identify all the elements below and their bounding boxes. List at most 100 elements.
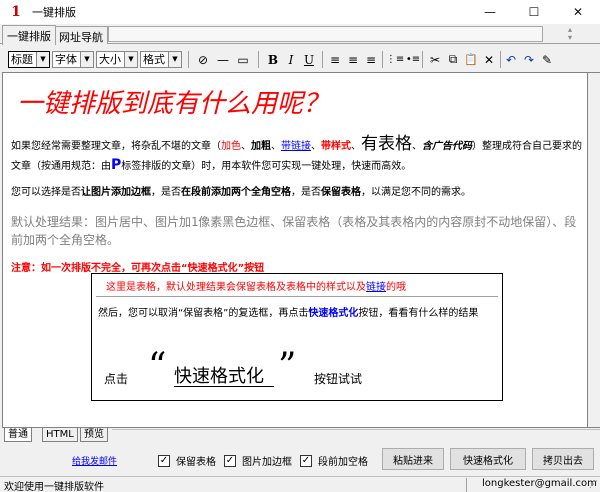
checkbox-label: 图片加边框 (242, 457, 292, 468)
text-run: 标签排版的文章）时，用本软件您可实现一键处理，快速而高效。 (121, 161, 412, 172)
horizontal-scrollbar[interactable] (112, 429, 600, 441)
chevron-down-icon: ▼ (80, 52, 93, 67)
text-run: ，以满足您不同的需求。 (361, 187, 471, 198)
table-cell-line1: 这里是表格，默认处理结果会保留表格及表格中的样式以及链接的哦 (106, 278, 406, 293)
toolbar-separator (382, 51, 383, 68)
underline-icon[interactable]: U (300, 51, 318, 68)
table-cell-line2: 然后，您可以取消“保留表格”的复选框，再点击快速格式化按钮，看看有什么样的结果 (98, 306, 496, 321)
toolbar-separator (188, 51, 189, 68)
keep-table-checkbox[interactable]: ✓ 保留表格 (158, 453, 216, 468)
maximize-button[interactable]: ☐ (512, 0, 556, 24)
app-icon: 1 (11, 4, 21, 20)
editor-heading: 一键排版到底有什么用呢？ (17, 89, 330, 119)
text-run: 、 (311, 141, 321, 152)
heading-select[interactable]: 标题 ▼ (8, 51, 50, 68)
align-center-icon[interactable]: ≡ (344, 51, 362, 68)
ad-code-text: 含广告代码 (422, 141, 472, 152)
editor-paragraph-defaults: 默认处理结果：图片居中、图片加1像素黑色边框、保留表格（表格及其表格内的内容原封… (11, 215, 577, 247)
tab-normal[interactable]: 普通 (4, 428, 32, 442)
window-title: 一键排版 (32, 6, 76, 19)
editor-area[interactable]: 一键排版到底有什么用呢？ 如果您经常需要整理文章，将杂乱不堪的文章（加色、加粗、… (2, 72, 588, 428)
tab-label: HTML (46, 429, 74, 440)
image-border-checkbox[interactable]: ✓ 图片加边框 (224, 453, 292, 468)
open-quote: “ (148, 346, 167, 387)
tab-html[interactable]: HTML (42, 428, 78, 442)
align-right-icon[interactable]: ≡ (362, 51, 380, 68)
status-email: longkester@gmail.com (482, 478, 597, 489)
table-divider (96, 296, 498, 297)
text-run: 然后，您可以取消“保留表格”的复选框，再点击 (98, 308, 309, 319)
bold-text: 保留表格 (321, 187, 361, 198)
font-select-label: 字体 (55, 53, 77, 66)
copy-icon[interactable]: ⧉ (444, 51, 462, 68)
text-run: 点击 (104, 372, 129, 386)
edit-icon[interactable]: ✎ (538, 51, 556, 68)
cut-icon[interactable]: ✂ (426, 51, 444, 68)
text-run: 您可以选择是否 (11, 187, 81, 198)
p-tag-text: P (111, 157, 122, 173)
sample-link[interactable]: 带链接 (281, 141, 311, 152)
text-run: 、 (351, 141, 361, 152)
paste-icon[interactable]: 📋 (462, 51, 480, 68)
size-select-label: 大小 (99, 53, 121, 66)
email-me-link[interactable]: 给我发邮件 (72, 454, 117, 467)
table-link[interactable]: 链接 (366, 282, 386, 293)
table-icon[interactable]: ▭ (234, 51, 252, 68)
url-scroll-arrows[interactable]: ▴ ▾ (541, 26, 599, 42)
tab-url-navigation[interactable]: 网址导航 (54, 26, 108, 44)
text-run: 、 (241, 141, 251, 152)
red-text: 加色 (221, 141, 241, 152)
text-run: 按钮试试 (314, 372, 363, 386)
ordered-list-icon[interactable]: ⋮≡ (386, 51, 404, 68)
size-select[interactable]: 大小 ▼ (96, 51, 138, 68)
format-select[interactable]: 格式 ▼ (140, 51, 182, 68)
redo-icon[interactable]: ↷ (520, 51, 538, 68)
format-toolbar: 标题 ▼ 字体 ▼ 大小 ▼ 格式 ▼ ⊘ — ▭ B I U ≡ ≡ ≡ ⋮≡ •≡ … (0, 46, 600, 72)
checkmark-icon: ✓ (300, 454, 312, 467)
status-divider (466, 478, 467, 492)
checkbox-label: 保留表格 (176, 457, 216, 468)
undo-icon[interactable]: ↶ (502, 51, 520, 68)
delete-icon[interactable]: ✕ (480, 51, 498, 68)
horizontal-rule-icon[interactable]: — (214, 51, 232, 68)
toolbar-separator (322, 51, 323, 68)
text-run: ，是否 (151, 187, 181, 198)
blue-bold-text: 快速格式化 (308, 308, 359, 319)
close-quote: ” (278, 346, 297, 387)
bold-text: 加粗 (251, 141, 271, 152)
toolbar-separator (500, 51, 501, 68)
chevron-down-icon: ▼ (168, 52, 181, 67)
tab-label: 预览 (84, 429, 104, 440)
tab-preview[interactable]: 预览 (80, 428, 108, 442)
indent-space-checkbox[interactable]: ✓ 段前加空格 (300, 453, 368, 468)
tab-one-click-format[interactable]: 一键排版 (2, 25, 56, 45)
checkmark-icon: ✓ (158, 454, 170, 467)
url-input[interactable] (108, 26, 543, 42)
sample-table: 这里是表格，默认处理结果会保留表格及表格中的样式以及链接的哦 然后，您可以取消“… (91, 273, 503, 401)
text-run: 、 (271, 141, 281, 152)
tab-label: 普通 (8, 429, 28, 440)
large-text: 有表格 (361, 134, 412, 154)
minimize-button[interactable]: — (468, 0, 512, 24)
paste-in-button[interactable]: 粘贴进来 (382, 448, 444, 470)
italic-icon[interactable]: I (282, 51, 300, 68)
checkmark-icon: ✓ (224, 454, 236, 467)
close-button[interactable]: ✕ (556, 0, 600, 24)
format-select-label: 格式 (143, 53, 165, 66)
underline-rule (174, 386, 274, 387)
unordered-list-icon[interactable]: •≡ (404, 51, 422, 68)
styled-text: 带样式 (321, 141, 351, 152)
checkbox-label: 段前加空格 (318, 457, 368, 468)
copy-out-button[interactable]: 拷贝出去 (532, 448, 594, 470)
editor-paragraph-note: 注意：如一次排版不完全，可再次点击“快速格式化”按钮 (11, 263, 265, 274)
bold-icon[interactable]: B (264, 51, 282, 68)
link-icon[interactable]: ⊘ (194, 51, 212, 68)
align-left-icon[interactable]: ≡ (326, 51, 344, 68)
editor-paragraph-intro: 如果您经常需要整理文章，将杂乱不堪的文章（加色、加粗、带链接、带样式、有表格、含… (11, 135, 583, 176)
quick-format-button[interactable]: 快速格式化 (450, 448, 526, 470)
text-run: 这里是表格，默认处理结果会保留表格及表格中的样式以及 (106, 282, 366, 293)
resize-grip-icon[interactable]: ⋰ (589, 480, 598, 490)
vertical-scrollbar[interactable] (588, 72, 600, 428)
font-select[interactable]: 字体 ▼ (52, 51, 94, 68)
chevron-down-icon: ▼ (36, 52, 49, 67)
